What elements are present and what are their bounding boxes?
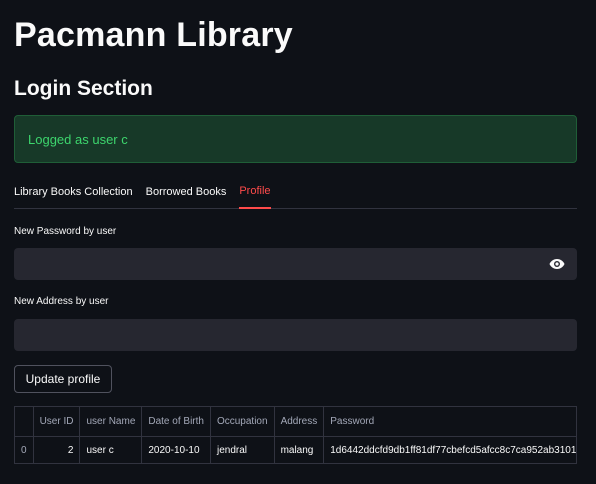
table-row: 0 2 user c 2020-10-10 jendral malang 1d6… [15, 436, 576, 463]
column-header-date-of-birth[interactable]: Date of Birth [141, 407, 211, 437]
user-profile-table[interactable]: User ID user Name Date of Birth Occupati… [14, 406, 577, 464]
tab-bar: Library Books Collection Borrowed Books … [14, 176, 577, 209]
column-header-occupation[interactable]: Occupation [210, 407, 275, 437]
password-input[interactable] [14, 248, 577, 280]
column-header-user-name[interactable]: user Name [79, 407, 143, 437]
cell-user-name: user c [79, 436, 143, 463]
column-header-password[interactable]: Password [323, 407, 576, 437]
column-header-address[interactable]: Address [274, 407, 325, 437]
login-success-alert: Logged as user c [14, 115, 577, 163]
app-page: Pacmann Library Login Section Logged as … [0, 0, 596, 484]
tab-profile[interactable]: Profile [239, 176, 271, 209]
cell-user-id: 2 [33, 436, 81, 463]
tab-library-books-collection[interactable]: Library Books Collection [14, 176, 133, 209]
section-title: Login Section [14, 77, 153, 100]
alert-message: Logged as user c [28, 131, 128, 147]
address-field-label: New Address by user [14, 296, 109, 307]
cell-date-of-birth: 2020-10-10 [141, 436, 211, 463]
cell-occupation: jendral [210, 436, 275, 463]
password-field [14, 248, 577, 280]
app-title: Pacmann Library [14, 16, 293, 54]
eye-icon[interactable] [549, 257, 565, 271]
table-header-row: User ID user Name Date of Birth Occupati… [15, 407, 576, 437]
address-field [14, 319, 577, 351]
cell-password: 1d6442ddcfd9db1ff81df77cbefcd5afcc8c7ca9… [323, 436, 576, 463]
address-input[interactable] [14, 319, 577, 351]
password-field-label: New Password by user [14, 226, 117, 237]
column-header-index[interactable] [15, 407, 34, 437]
update-profile-button[interactable]: Update profile [14, 365, 112, 393]
tab-borrowed-books[interactable]: Borrowed Books [146, 176, 227, 209]
column-header-user-id[interactable]: User ID [33, 407, 81, 437]
cell-address: malang [274, 436, 325, 463]
cell-index: 0 [15, 436, 34, 463]
